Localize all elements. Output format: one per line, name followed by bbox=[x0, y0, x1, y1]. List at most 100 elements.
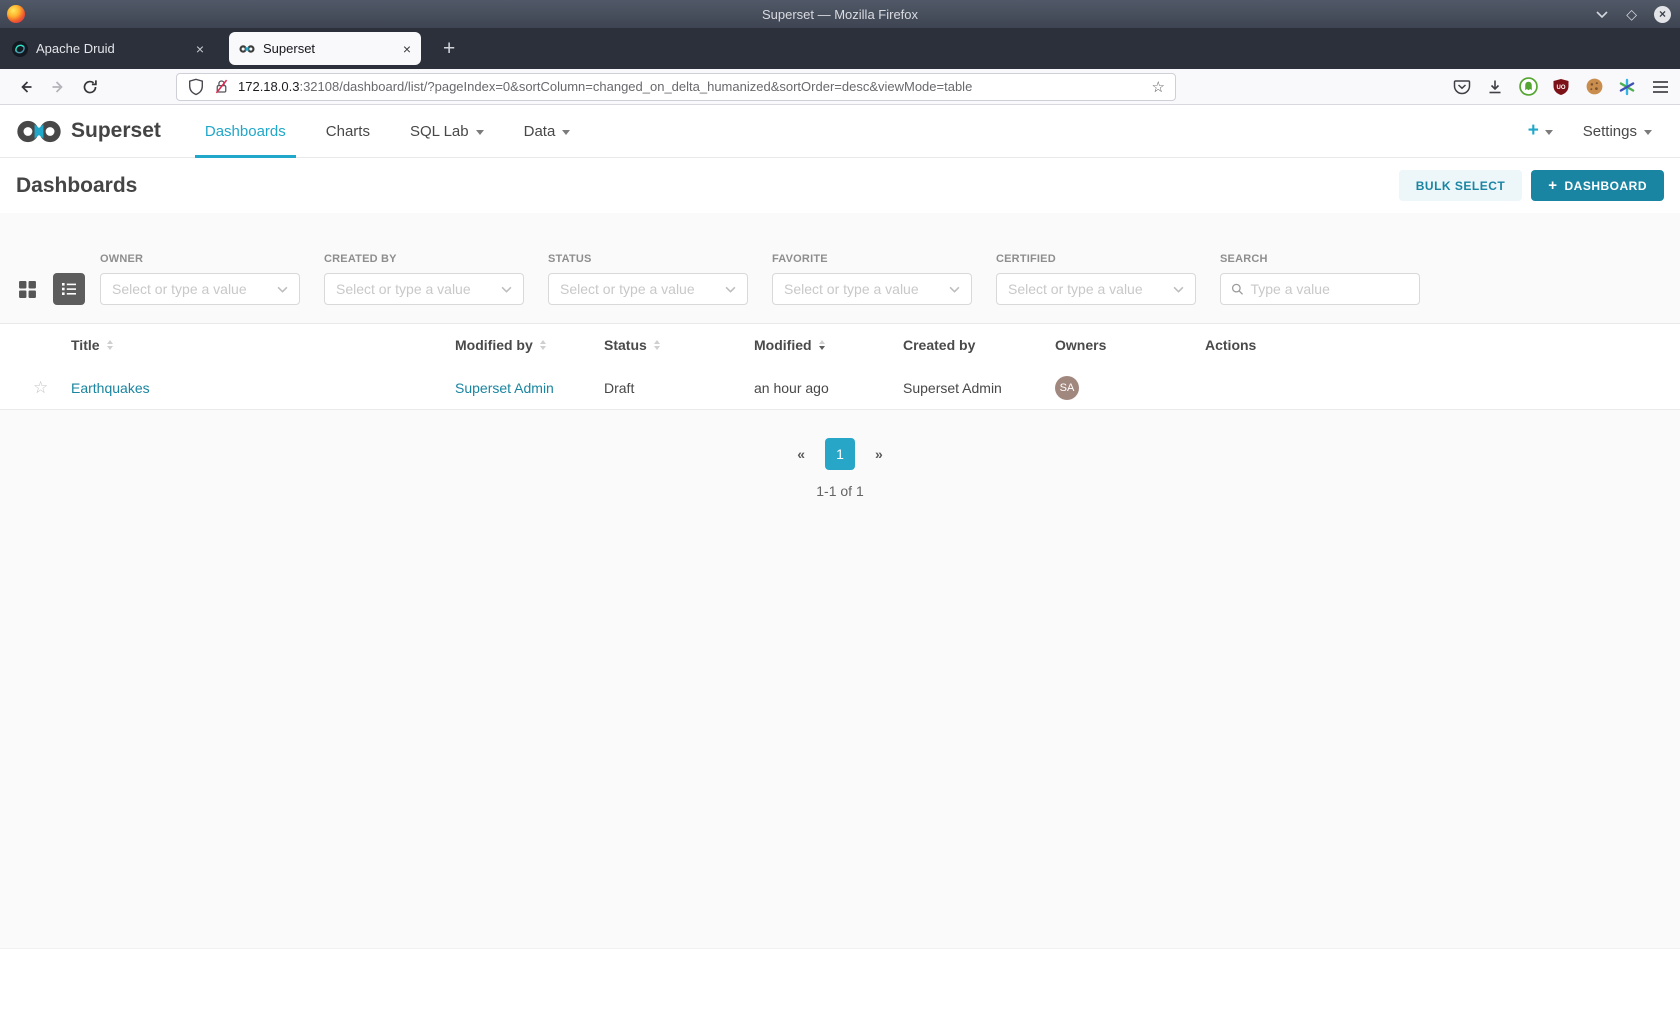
insecure-lock-icon[interactable] bbox=[213, 78, 230, 95]
cookie-extension-icon[interactable] bbox=[1584, 77, 1604, 97]
chevron-down-icon bbox=[475, 129, 484, 135]
filter-label: OWNER bbox=[100, 253, 144, 265]
ghostery-extension-icon[interactable] bbox=[1518, 77, 1538, 97]
grid-icon bbox=[18, 280, 36, 298]
owner-select[interactable]: Select or type a value bbox=[100, 273, 300, 305]
status-value: Draft bbox=[604, 379, 635, 396]
search-input[interactable] bbox=[1250, 281, 1409, 297]
footer bbox=[0, 948, 1680, 980]
page-header: Dashboards BULK SELECT + DASHBOARD bbox=[0, 158, 1680, 213]
pagination: « 1 » bbox=[0, 438, 1680, 470]
ublock-origin-icon[interactable]: UO bbox=[1551, 77, 1571, 97]
superset-navbar: Superset Dashboards Charts SQL Lab Data … bbox=[0, 105, 1680, 158]
toolbar-extensions: UO bbox=[1452, 77, 1670, 97]
dashboard-title-link[interactable]: Earthquakes bbox=[71, 380, 150, 396]
column-label: Modified by bbox=[455, 337, 533, 353]
table-header-row: Title Modified by Status Modified Create… bbox=[0, 324, 1680, 366]
tab-label: Apache Druid bbox=[36, 41, 115, 56]
modified-by-link[interactable]: Superset Admin bbox=[455, 380, 554, 396]
status-select[interactable]: Select or type a value bbox=[548, 273, 748, 305]
nav-item-data[interactable]: Data bbox=[504, 105, 591, 158]
nav-item-sql-lab[interactable]: SQL Lab bbox=[390, 105, 504, 158]
prev-page-button[interactable]: « bbox=[791, 446, 811, 462]
modified-value: an hour ago bbox=[754, 379, 829, 396]
nav-links: Dashboards Charts SQL Lab Data bbox=[185, 105, 590, 158]
superset-brand[interactable]: Superset bbox=[16, 119, 161, 143]
filter-status: STATUS Select or type a value bbox=[548, 253, 748, 305]
created-by-select[interactable]: Select or type a value bbox=[324, 273, 524, 305]
next-page-button[interactable]: » bbox=[869, 446, 889, 462]
favorite-select[interactable]: Select or type a value bbox=[772, 273, 972, 305]
tab-close-icon[interactable]: × bbox=[196, 41, 204, 57]
chevron-down-icon bbox=[1173, 286, 1184, 293]
bulk-select-button[interactable]: BULK SELECT bbox=[1398, 170, 1523, 201]
downloads-icon[interactable] bbox=[1485, 77, 1505, 97]
tracking-shield-icon[interactable] bbox=[187, 78, 205, 96]
pagination-summary: 1-1 of 1 bbox=[816, 483, 864, 499]
nav-item-dashboards[interactable]: Dashboards bbox=[185, 105, 306, 158]
window-controls: ◇ × bbox=[1595, 0, 1671, 28]
chevron-down-icon bbox=[562, 129, 571, 135]
chevron-down-icon bbox=[725, 286, 736, 293]
minimize-button[interactable] bbox=[1595, 10, 1609, 19]
sort-icon bbox=[539, 340, 546, 350]
filter-label: STATUS bbox=[548, 253, 592, 265]
nav-item-charts[interactable]: Charts bbox=[306, 105, 390, 158]
pocket-icon[interactable] bbox=[1452, 77, 1472, 97]
sort-icon-desc-active bbox=[818, 340, 825, 350]
superset-favicon-icon bbox=[239, 44, 255, 53]
settings-menu-button[interactable]: Settings bbox=[1583, 123, 1652, 140]
chevron-down-icon bbox=[1644, 129, 1652, 135]
list-icon bbox=[62, 283, 76, 295]
brand-name: Superset bbox=[71, 119, 161, 142]
column-header-modified-by[interactable]: Modified by bbox=[455, 337, 604, 353]
card-view-toggle[interactable] bbox=[16, 278, 38, 300]
page-1-button[interactable]: 1 bbox=[825, 438, 855, 470]
column-header-modified[interactable]: Modified bbox=[754, 337, 903, 353]
table-row: ☆ Earthquakes Superset Admin Draft an ho… bbox=[0, 366, 1680, 410]
url-host: 172.18.0.3 bbox=[238, 79, 300, 94]
druid-favicon-icon bbox=[12, 40, 28, 57]
asterisk-extension-icon[interactable] bbox=[1617, 77, 1637, 97]
new-tab-button[interactable]: + bbox=[443, 38, 455, 59]
maximize-button[interactable]: ◇ bbox=[1626, 7, 1637, 21]
tab-superset[interactable]: Superset × bbox=[229, 32, 421, 65]
column-label: Status bbox=[604, 337, 647, 353]
reload-button[interactable] bbox=[74, 73, 106, 101]
tab-bar: Apache Druid × Superset × + bbox=[0, 28, 1680, 69]
nav-item-label: Dashboards bbox=[204, 122, 286, 140]
tab-apache-druid[interactable]: Apache Druid × bbox=[2, 32, 214, 65]
column-header-title[interactable]: Title bbox=[71, 337, 455, 353]
new-item-menu-button[interactable]: + bbox=[1528, 120, 1553, 142]
url-bar[interactable]: 172.18.0.3 :32108/dashboard/list/?pageIn… bbox=[176, 72, 1176, 101]
nav-item-label: Data bbox=[523, 122, 556, 140]
tab-label: Superset bbox=[263, 41, 316, 56]
menu-hamburger-icon[interactable] bbox=[1650, 77, 1670, 97]
favorite-star-icon[interactable]: ☆ bbox=[33, 378, 48, 397]
column-label: Modified bbox=[754, 337, 812, 353]
tab-close-icon[interactable]: × bbox=[403, 41, 411, 57]
back-button[interactable] bbox=[10, 73, 42, 101]
search-box bbox=[1220, 273, 1420, 305]
view-mode-toggles bbox=[16, 273, 85, 305]
certified-select[interactable]: Select or type a value bbox=[996, 273, 1196, 305]
forward-button[interactable] bbox=[42, 73, 74, 101]
sort-icon bbox=[106, 340, 113, 350]
filter-created-by: CREATED BY Select or type a value bbox=[324, 253, 524, 305]
bookmark-star-icon[interactable]: ☆ bbox=[1152, 78, 1165, 96]
nav-item-label: Charts bbox=[325, 122, 370, 140]
titlebar: Superset — Mozilla Firefox ◇ × bbox=[0, 0, 1680, 28]
filter-label: CREATED BY bbox=[324, 253, 397, 265]
column-header-status[interactable]: Status bbox=[604, 337, 754, 353]
header-actions: BULK SELECT + DASHBOARD bbox=[1398, 170, 1664, 201]
filter-label: CERTIFIED bbox=[996, 253, 1056, 265]
list-view-toggle[interactable] bbox=[53, 273, 85, 305]
chevron-down-icon bbox=[501, 286, 512, 293]
new-dashboard-button[interactable]: + DASHBOARD bbox=[1531, 170, 1664, 201]
filter-owner: OWNER Select or type a value bbox=[100, 253, 300, 305]
url-path: :32108/dashboard/list/?pageIndex=0&sortC… bbox=[299, 79, 973, 94]
firefox-logo-icon bbox=[7, 5, 25, 23]
column-label: Owners bbox=[1055, 337, 1107, 353]
owner-avatar[interactable]: SA bbox=[1055, 375, 1079, 400]
close-button[interactable]: × bbox=[1654, 5, 1671, 23]
